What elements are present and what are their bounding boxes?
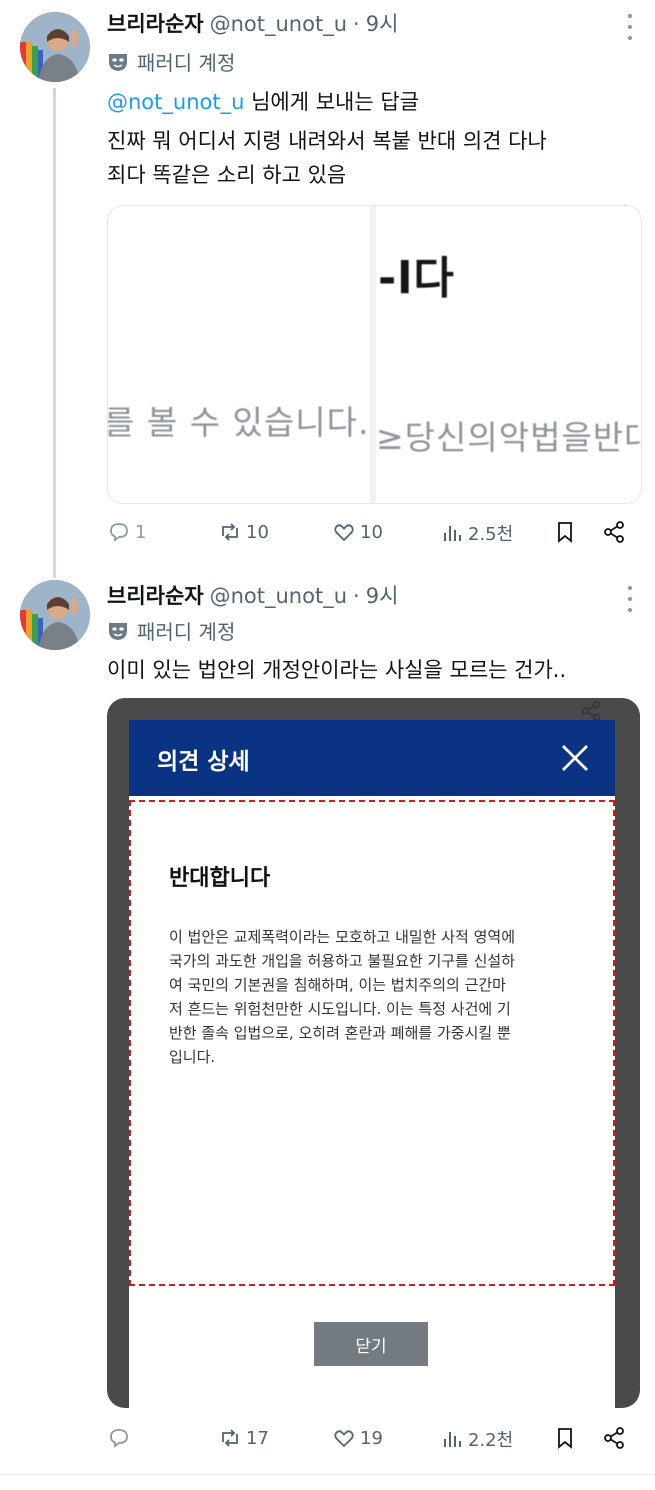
modal-header: 의견 상세: [129, 720, 615, 796]
avatar-image: [20, 580, 90, 650]
share-icon: [604, 521, 624, 543]
like-count: 10: [360, 521, 383, 543]
bookmark-icon: [558, 1428, 572, 1449]
timestamp[interactable]: 9시: [366, 580, 399, 610]
action-bar: 17 19 2.2천: [0, 1426, 655, 1456]
separator-dot: ·: [353, 584, 360, 608]
handle[interactable]: @not_unot_u: [210, 12, 347, 36]
opinion-body-line: 국가의 과도한 개입을 허용하고 불필요한 기구를 신설하: [169, 952, 516, 970]
media-grid[interactable]: 를 볼 수 있습니다. 협의 -l다 ≥당신의악법을반대: [107, 205, 642, 504]
retweet-button[interactable]: 10: [218, 520, 269, 544]
media-right-bottom-text: ≥당신의악법을반대: [376, 418, 641, 457]
parody-label: 패러디 계정: [137, 620, 236, 644]
retweet-count: 17: [246, 1427, 269, 1449]
media-image[interactable]: 의견 상세 반대합니다 이 법안은 교제폭력이라는 모호하고 내밀한 사적 영역…: [107, 698, 640, 1408]
share-icon: [604, 1427, 624, 1449]
timestamp[interactable]: 9시: [366, 8, 399, 38]
opinion-modal: 의견 상세 반대합니다 이 법안은 교제폭력이라는 모호하고 내밀한 사적 영역…: [129, 720, 615, 1408]
retweet-icon: [222, 523, 238, 541]
modal-close-button[interactable]: 닫기: [314, 1322, 428, 1366]
like-button[interactable]: 10: [332, 520, 383, 544]
retweet-button[interactable]: 17: [218, 1426, 269, 1450]
action-bar: 1 10 10 2.5천: [0, 520, 655, 550]
media-image-right[interactable]: -l다 ≥당신의악법을반대: [376, 206, 641, 503]
share-overlay-icon: [581, 700, 601, 722]
parody-label: 패러디 계정: [137, 51, 236, 75]
tweet-text-line2: 죄다 똑같은 소리 하고 있음: [107, 163, 347, 187]
opinion-body-line: 여 국민의 기본권을 침해하며, 이는 법치주의의 근간마: [169, 976, 506, 994]
opinion-body-line: 저 흔드는 위험천만한 시도입니다. 이는 특정 사건에 기: [169, 1000, 511, 1018]
opinion-body-line: 입니다.: [169, 1048, 216, 1066]
retweet-count: 10: [246, 521, 269, 543]
reply-icon: [110, 1429, 128, 1448]
thread-line: [53, 88, 56, 578]
tweet-header: 브리라순자 @not_unot_u · 9시: [107, 580, 398, 608]
parody-badge: 패러디 계정: [107, 616, 235, 645]
opinion-body-line: 이 법안은 교제폭력이라는 모호하고 내밀한 사적 영역에: [169, 928, 516, 946]
more-icon[interactable]: [625, 14, 635, 40]
mask-icon: [109, 53, 127, 71]
like-count: 19: [360, 1427, 383, 1449]
tweet-text: 이미 있는 법안의 개정안이라는 사실을 모르는 건가..: [107, 658, 567, 682]
reply-context-suffix: 님에게 보내는 답글: [244, 90, 419, 114]
share-button[interactable]: [602, 1426, 626, 1450]
opinion-body: 이 법안은 교제폭력이라는 모호하고 내밀한 사적 영역에 국가의 과도한 개입…: [169, 925, 579, 1069]
feed-divider: [0, 1474, 655, 1475]
tweet-text-line1: 진짜 뭐 어디서 지령 내려와서 복붙 반대 의견 다나: [107, 129, 547, 153]
bookmark-button[interactable]: [553, 1426, 577, 1450]
opinion-heading: 반대합니다: [169, 866, 271, 891]
media-image-left[interactable]: 를 볼 수 있습니다. 협의: [108, 206, 370, 503]
opinion-body-line: 반한 졸속 입법으로, 오히려 혼란과 폐해를 가중시킬 뿐: [169, 1024, 511, 1042]
retweet-icon: [222, 1429, 238, 1447]
reply-button[interactable]: 1: [107, 520, 146, 544]
avatar[interactable]: [20, 580, 90, 650]
reply-count: 1: [135, 521, 147, 543]
reply-context: @not_unot_u 님에게 보내는 답글: [107, 86, 419, 118]
tweet-header: 브리라순자 @not_unot_u · 9시: [107, 8, 398, 36]
more-icon[interactable]: [625, 586, 635, 612]
mask-icon: [109, 622, 127, 640]
close-icon[interactable]: [559, 742, 591, 774]
separator-dot: ·: [353, 12, 360, 36]
reply-mention-link[interactable]: @not_unot_u: [107, 90, 244, 114]
like-icon: [334, 524, 354, 542]
display-name[interactable]: 브리라순자: [107, 8, 204, 38]
avatar-image: [20, 12, 90, 82]
handle[interactable]: @not_unot_u: [210, 584, 347, 608]
media-left-text: 를 볼 수 있습니다. 협의: [108, 403, 370, 442]
bookmark-icon: [558, 522, 572, 543]
bookmark-button[interactable]: [553, 520, 577, 544]
views-icon: [444, 526, 461, 541]
views-count: 2.2천: [468, 1430, 514, 1451]
share-button[interactable]: [602, 520, 626, 544]
views-button[interactable]: 2.5천: [440, 520, 513, 546]
parody-badge: 패러디 계정: [107, 47, 235, 76]
reply-icon: [110, 523, 128, 542]
like-button[interactable]: 19: [332, 1426, 383, 1450]
reply-button[interactable]: [107, 1426, 135, 1450]
display-name[interactable]: 브리라순자: [107, 580, 204, 610]
media-right-top-text: -l다: [378, 253, 455, 304]
views-button[interactable]: 2.2천: [440, 1426, 513, 1452]
tweet-1[interactable]: 브리라순자 @not_unot_u · 9시 패러디 계정 @not_unot_…: [0, 0, 655, 578]
modal-title: 의견 상세: [157, 749, 250, 775]
like-icon: [334, 1430, 354, 1448]
avatar[interactable]: [20, 12, 90, 82]
views-count: 2.5천: [468, 524, 514, 545]
views-icon: [444, 1432, 461, 1447]
